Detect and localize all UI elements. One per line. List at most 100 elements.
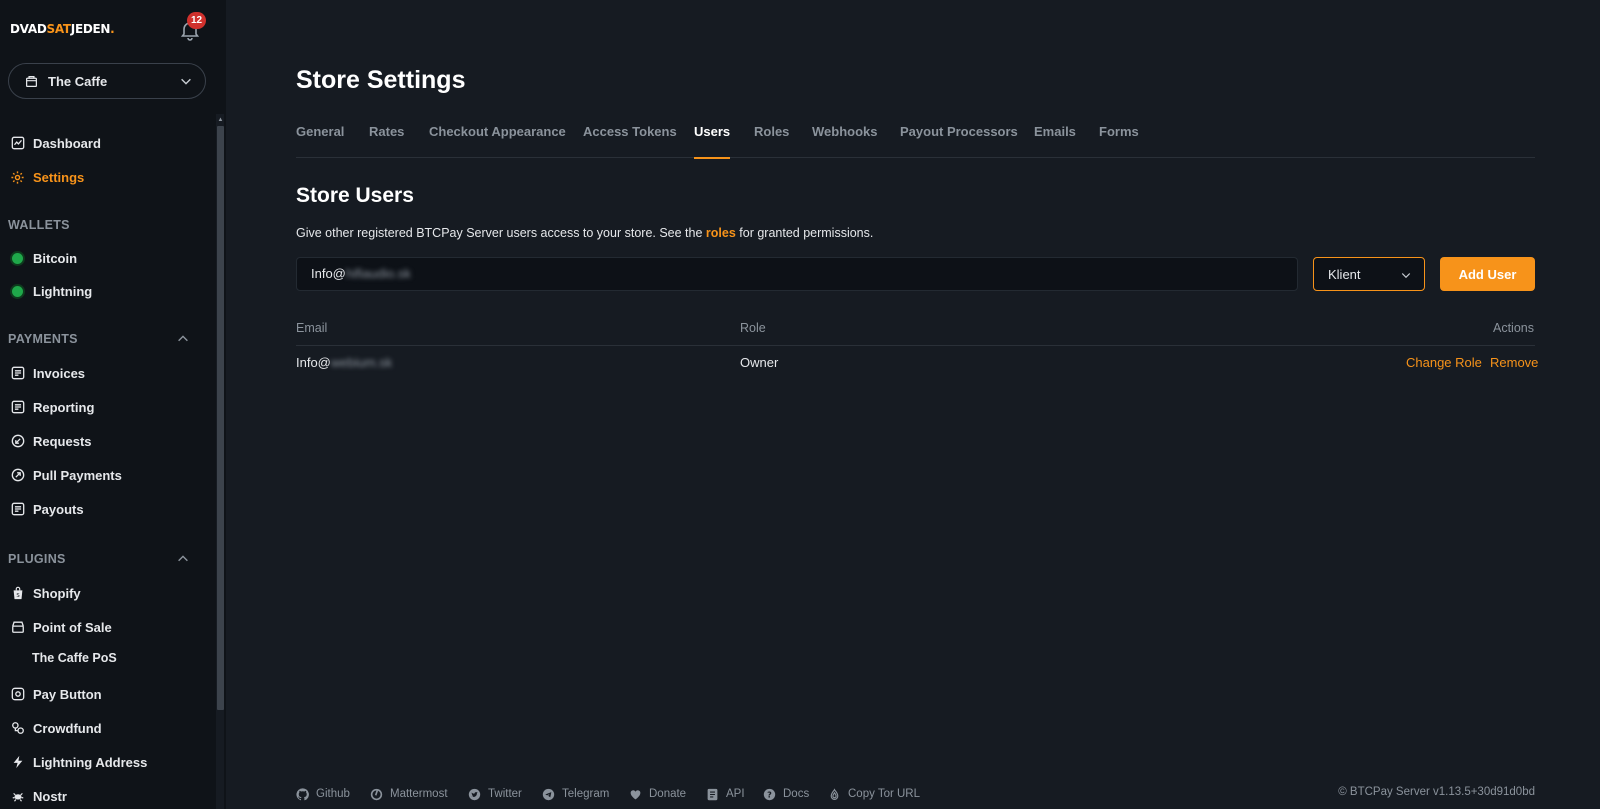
footer-link-label: Copy Tor URL xyxy=(848,788,921,800)
sidebar-item-crowdfund[interactable]: Crowdfund xyxy=(10,717,102,739)
tab-forms[interactable]: Forms xyxy=(1099,124,1139,158)
sidebar-item-label: Requests xyxy=(33,433,92,449)
sidebar-item-label: Dashboard xyxy=(33,135,101,151)
heart-icon xyxy=(629,788,642,801)
tab-users[interactable]: Users xyxy=(694,124,731,159)
roles-link[interactable]: roles xyxy=(706,226,736,240)
remove-link[interactable]: Remove xyxy=(1490,355,1538,370)
email-prefix: Info@ xyxy=(296,355,331,370)
sidebar-item-label: Point of Sale xyxy=(33,619,112,635)
tab-checkout-appearance[interactable]: Checkout Appearance xyxy=(429,124,566,158)
tab-access-tokens[interactable]: Access Tokens xyxy=(583,124,677,158)
footer-link-docs[interactable]: ? Docs xyxy=(763,786,809,802)
sidebar-scrollbar-thumb[interactable] xyxy=(217,126,224,710)
change-role-link[interactable]: Change Role xyxy=(1406,355,1482,370)
sidebar-item-pay-button[interactable]: Pay Button xyxy=(10,683,102,705)
report-icon xyxy=(10,400,25,415)
sidebar-item-label: Crowdfund xyxy=(33,720,102,736)
sidebar-item-invoices[interactable]: Invoices xyxy=(10,362,85,384)
tab-general[interactable]: General xyxy=(296,124,344,158)
mattermost-icon xyxy=(370,788,383,801)
description-text: Give other registered BTCPay Server user… xyxy=(296,226,706,240)
tab-emails[interactable]: Emails xyxy=(1034,124,1076,158)
sidebar-item-lightning-address[interactable]: Lightning Address xyxy=(10,751,147,773)
footer-link-label: Docs xyxy=(783,788,810,800)
section-header-plugins: PLUGINS xyxy=(8,552,66,566)
sidebar-item-label: Lightning Address xyxy=(33,754,148,770)
api-doc-icon xyxy=(706,788,719,801)
status-online-icon xyxy=(10,284,25,299)
footer-link-telegram[interactable]: Telegram xyxy=(542,786,609,802)
footer-link-label: Github xyxy=(316,788,350,800)
section-title: Store Users xyxy=(296,184,414,207)
brand-logo[interactable]: DVADSATJEDEN. xyxy=(10,22,115,36)
twitter-icon xyxy=(468,788,481,801)
column-header-actions: Actions xyxy=(1493,321,1534,335)
scroll-up-arrow-icon[interactable]: ▲ xyxy=(217,116,224,124)
sidebar-item-label: Pull Payments xyxy=(33,467,122,483)
footer-link-twitter[interactable]: Twitter xyxy=(468,786,522,802)
tab-roles[interactable]: Roles xyxy=(754,124,789,158)
shopify-icon: S xyxy=(10,586,25,601)
footer-link-api[interactable]: API xyxy=(706,786,745,802)
sidebar-item-point-of-sale[interactable]: Point of Sale xyxy=(10,616,112,638)
telegram-icon xyxy=(542,788,555,801)
sidebar-item-pull-payments[interactable]: Pull Payments xyxy=(10,464,122,486)
gear-icon xyxy=(10,170,25,185)
chevron-up-icon[interactable] xyxy=(176,332,190,346)
tab-payout-processors[interactable]: Payout Processors xyxy=(900,124,1018,158)
store-icon xyxy=(25,75,38,88)
settings-tabs: General Rates Checkout Appearance Access… xyxy=(296,124,1535,159)
section-description: Give other registered BTCPay Server user… xyxy=(296,226,873,240)
payout-icon xyxy=(10,502,25,517)
store-selector[interactable]: The Caffe xyxy=(8,63,206,99)
nostr-icon xyxy=(10,789,25,804)
lightning-bolt-icon xyxy=(10,755,25,770)
sidebar: DVADSATJEDEN. 12 The Caffe ▲ Dashboard S… xyxy=(0,0,226,809)
sidebar-item-settings[interactable]: Settings xyxy=(10,166,84,188)
sidebar-item-label: Nostr xyxy=(33,788,67,804)
store-icon xyxy=(10,620,25,635)
tab-rates[interactable]: Rates xyxy=(369,124,404,158)
sidebar-item-label: Payouts xyxy=(33,501,84,517)
footer-link-mattermost[interactable]: Mattermost xyxy=(370,786,448,802)
brand-part1: DVAD xyxy=(10,22,47,36)
tab-webhooks[interactable]: Webhooks xyxy=(812,124,878,158)
footer-link-tor[interactable]: Copy Tor URL xyxy=(828,786,920,802)
chevron-down-icon xyxy=(179,74,193,88)
footer-link-github[interactable]: Github xyxy=(296,786,350,802)
email-input[interactable] xyxy=(296,257,1298,291)
version-label: © BTCPay Server v1.13.5+30d91d0bd xyxy=(1338,786,1535,798)
arrow-up-right-circle-icon xyxy=(10,468,25,483)
section-header-payments: PAYMENTS xyxy=(8,332,78,346)
brand-part2: SAT xyxy=(46,22,71,36)
sidebar-item-label: Shopify xyxy=(33,585,81,601)
sidebar-item-label: Invoices xyxy=(33,365,86,381)
role-select-value: Klient xyxy=(1328,266,1361,282)
sidebar-item-label: Lightning xyxy=(33,283,93,299)
sidebar-item-shopify[interactable]: S Shopify xyxy=(10,582,81,604)
sidebar-item-payouts[interactable]: Payouts xyxy=(10,498,84,520)
sidebar-item-label: Pay Button xyxy=(33,686,102,702)
role-select[interactable]: Klient xyxy=(1313,257,1425,291)
footer-link-donate[interactable]: Donate xyxy=(629,786,686,802)
notification-badge: 12 xyxy=(187,12,206,29)
sidebar-item-reporting[interactable]: Reporting xyxy=(10,396,94,418)
page-title: Store Settings xyxy=(296,66,466,94)
add-user-button[interactable]: Add User xyxy=(1440,257,1535,291)
footer-link-label: Donate xyxy=(649,788,687,800)
footer-link-label: Mattermost xyxy=(390,788,448,800)
sidebar-item-bitcoin[interactable]: Bitcoin xyxy=(10,247,77,269)
chevron-up-icon[interactable] xyxy=(176,552,190,566)
svg-text:?: ? xyxy=(767,789,772,799)
github-icon xyxy=(296,787,309,801)
sidebar-item-lightning[interactable]: Lightning xyxy=(10,280,92,302)
section-header-wallets: WALLETS xyxy=(8,218,70,232)
brand-dot: . xyxy=(110,22,115,36)
sidebar-item-requests[interactable]: Requests xyxy=(10,430,92,452)
footer-link-label: Telegram xyxy=(562,788,610,800)
sidebar-item-nostr[interactable]: Nostr xyxy=(10,785,67,807)
sidebar-subitem-pos[interactable]: The Caffe PoS xyxy=(32,651,117,665)
sidebar-item-dashboard[interactable]: Dashboard xyxy=(10,132,101,154)
footer-link-label: Twitter xyxy=(488,788,522,800)
